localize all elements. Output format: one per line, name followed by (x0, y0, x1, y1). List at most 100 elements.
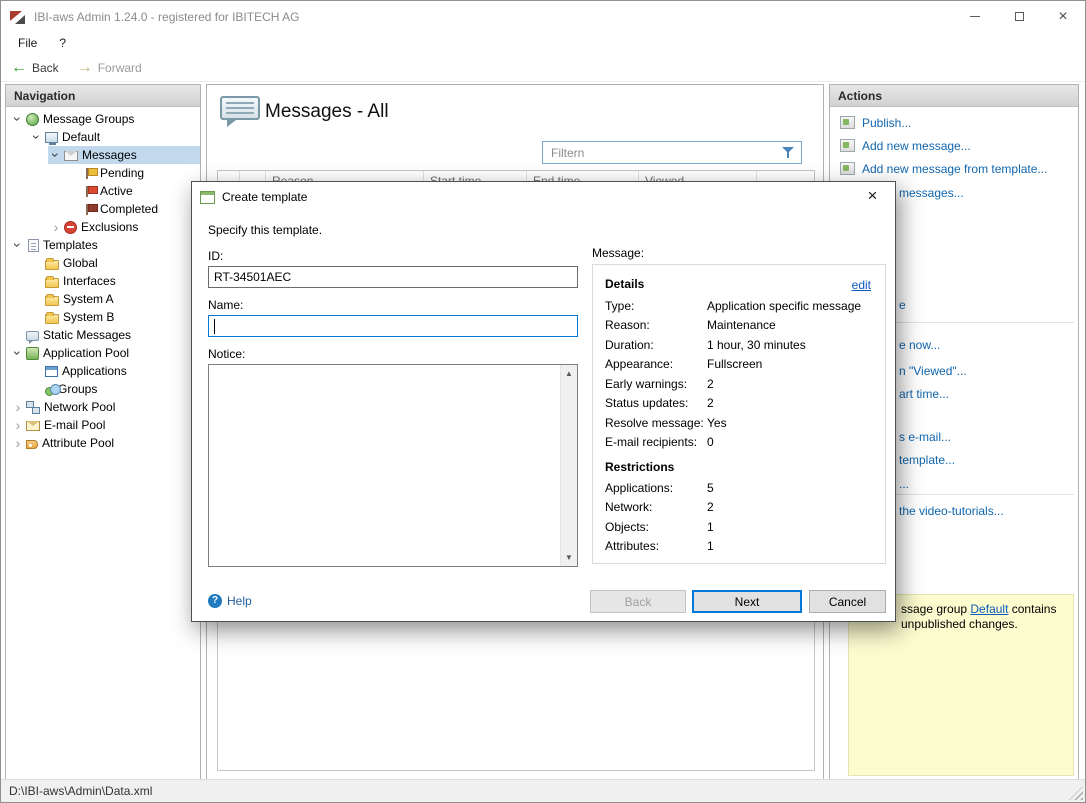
expand-arrow[interactable]: › (10, 400, 26, 414)
tree-item-static-messages[interactable]: Static Messages (6, 326, 200, 344)
tree-item-inner: Completed (67, 200, 200, 218)
next-button[interactable]: Next (692, 590, 802, 613)
tree-item-application-pool[interactable]: › Application Pool (6, 344, 200, 362)
folder-icon (45, 257, 59, 270)
close-button[interactable]: × (1041, 1, 1085, 32)
dialog-close-button[interactable]: × (850, 182, 895, 212)
groups-icon (45, 383, 61, 396)
help-link[interactable]: ? Help (208, 594, 252, 608)
page-title: Messages - All (265, 101, 389, 122)
expand-arrow[interactable]: › (48, 147, 64, 163)
create-template-icon (200, 190, 215, 204)
notice-textarea[interactable]: ▲ ▼ (208, 364, 578, 567)
tree-item-inner: › Exclusions (48, 218, 200, 236)
email-pool-icon (26, 421, 40, 431)
scrollbar[interactable]: ▲ ▼ (560, 365, 577, 566)
action-link-fragment[interactable]: messages... (899, 186, 964, 200)
resize-grip[interactable] (1069, 786, 1083, 800)
tree-item-label: Static Messages (43, 328, 132, 342)
menu-help[interactable]: ? (48, 34, 77, 52)
detail-label: Applications: (605, 480, 674, 495)
detail-label: Attributes: (605, 539, 660, 554)
tree-item-pending[interactable]: Pending (6, 164, 200, 182)
detail-row: Attributes: 1 (605, 537, 873, 557)
notice-text: ssage group Default contains unpublished… (901, 602, 1073, 632)
scroll-down-icon[interactable]: ▼ (561, 549, 577, 566)
actions-header: Actions (830, 85, 1078, 107)
completed-icon (83, 203, 98, 216)
action-link-fragment[interactable]: art time... (899, 387, 949, 401)
tree-item-message-groups[interactable]: › Message Groups (6, 110, 200, 128)
status-bar: D:\IBI-aws\Admin\Data.xml (1, 779, 1085, 802)
expand-arrow[interactable]: › (10, 436, 26, 450)
tree-item-system-b[interactable]: System B (6, 308, 200, 326)
tree-item-e-mail-pool[interactable]: › E-mail Pool (6, 416, 200, 434)
tree-item-global[interactable]: Global (6, 254, 200, 272)
detail-value: Yes (707, 415, 727, 430)
tree-item-templates[interactable]: › Templates (6, 236, 200, 254)
filter-input[interactable] (543, 145, 782, 160)
tree-item-system-a[interactable]: System A (6, 290, 200, 308)
application-pool-icon (26, 346, 39, 360)
back-button[interactable]: ← Back (11, 60, 59, 76)
id-input[interactable] (208, 266, 578, 288)
tree-item-network-pool[interactable]: › Network Pool (6, 398, 200, 416)
maximize-icon (1014, 12, 1024, 21)
minimize-button[interactable] (953, 1, 997, 32)
expand-arrow[interactable]: › (29, 129, 45, 145)
action-publish[interactable]: Publish... (830, 111, 1078, 134)
action-link-label: Publish... (862, 115, 912, 130)
expand-arrow[interactable]: › (48, 220, 64, 234)
expand-arrow[interactable]: › (10, 345, 26, 361)
action-link-fragment[interactable]: ... (899, 477, 909, 491)
back-dialog-button[interactable]: Back (590, 590, 686, 613)
action-item-icon (840, 162, 855, 175)
applications-icon (45, 366, 58, 377)
tree-item-label: Pending (100, 166, 145, 180)
action-link-fragment[interactable]: the video-tutorials... (899, 504, 1004, 518)
expand-arrow[interactable]: › (10, 418, 26, 432)
action-link-fragment[interactable]: n "Viewed"... (899, 364, 967, 378)
forward-arrow-icon: → (76, 59, 93, 76)
cancel-button[interactable]: Cancel (809, 590, 886, 613)
action-link-fragment[interactable]: s e-mail... (899, 430, 951, 444)
expand-arrow[interactable]: › (10, 111, 26, 127)
tree-item-groups[interactable]: Groups (6, 380, 200, 398)
status-path: D:\IBI-aws\Admin\Data.xml (9, 784, 153, 798)
action-add-new-message[interactable]: Add new message... (830, 134, 1078, 157)
scroll-up-icon[interactable]: ▲ (561, 365, 577, 382)
detail-row: Duration: 1 hour, 30 minutes (605, 335, 873, 355)
tree-item-attribute-pool[interactable]: › Attribute Pool (6, 434, 200, 452)
default-group-link[interactable]: Default (970, 602, 1008, 616)
tree-item-messages[interactable]: › Messages (6, 146, 200, 164)
tree-item-exclusions[interactable]: › Exclusions (6, 218, 200, 236)
name-label: Name: (208, 298, 244, 312)
tree-item-active[interactable]: Active (6, 182, 200, 200)
title-bar: IBI-aws Admin 1.24.0 - registered for IB… (1, 1, 1085, 32)
tree-item-completed[interactable]: Completed (6, 200, 200, 218)
tree-item-interfaces[interactable]: Interfaces (6, 272, 200, 290)
forward-label: Forward (97, 60, 142, 75)
action-link-fragment[interactable]: e now... (899, 338, 940, 352)
tree-item-applications[interactable]: Applications (6, 362, 200, 380)
dialog-title-bar: Create template (192, 182, 895, 212)
action-link-fragment[interactable]: template... (899, 453, 955, 467)
default-system-icon (45, 132, 58, 145)
menu-file[interactable]: File (7, 34, 48, 52)
tree-item-inner: › Default (29, 128, 200, 146)
edit-link[interactable]: edit (852, 278, 871, 292)
action-link-fragment[interactable]: e (899, 298, 906, 312)
expand-arrow[interactable]: › (10, 237, 26, 253)
name-input[interactable] (208, 315, 578, 337)
message-groups-icon (26, 113, 39, 126)
detail-value: Fullscreen (707, 357, 763, 372)
tree-item-default[interactable]: › Default (6, 128, 200, 146)
maximize-button[interactable] (997, 1, 1041, 32)
action-add-new-message-from-template[interactable]: Add new message from template... (830, 157, 1078, 180)
filter-funnel-icon[interactable] (782, 146, 796, 160)
action-link-label: Add new message from template... (862, 161, 1048, 176)
detail-label: Early warnings: (605, 376, 688, 391)
detail-label: Appearance: (605, 357, 674, 372)
forward-button[interactable]: → Forward (76, 59, 142, 76)
name-input-field[interactable] (209, 316, 577, 336)
